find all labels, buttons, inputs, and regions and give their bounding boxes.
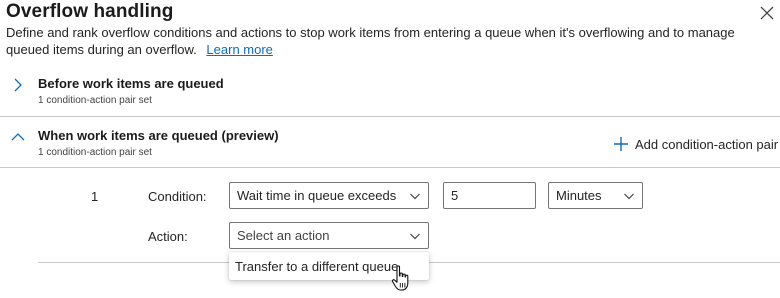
hand-pointer-icon: [391, 265, 409, 291]
action-placeholder: Select an action: [237, 228, 330, 243]
threshold-value: 5: [451, 188, 459, 203]
chevron-down-icon: [410, 193, 420, 199]
add-button-label: Add condition-action pair: [635, 136, 779, 152]
unit-value: Minutes: [556, 188, 602, 203]
action-dropdown[interactable]: Select an action: [229, 222, 429, 249]
panel-title: Overflow handling: [6, 1, 174, 22]
chevron-right-icon[interactable]: [10, 77, 26, 93]
section-when-subtitle: 1 condition-action pair set: [38, 147, 152, 158]
condition-dropdown[interactable]: Wait time in queue exceeds: [229, 182, 429, 209]
condition-value: Wait time in queue exceeds: [237, 188, 397, 203]
section-divider: [0, 167, 780, 168]
section-before-title[interactable]: Before work items are queued: [38, 76, 224, 91]
panel-description: Define and rank overflow conditions and …: [6, 24, 746, 58]
section-divider: [0, 116, 780, 117]
action-label: Action:: [148, 229, 188, 244]
section-before-subtitle: 1 condition-action pair set: [38, 95, 152, 106]
unit-dropdown[interactable]: Minutes: [548, 182, 643, 209]
add-condition-action-pair-button[interactable]: Add condition-action pair: [613, 134, 778, 154]
description-text: Define and rank overflow conditions and …: [6, 25, 735, 57]
learn-more-link[interactable]: Learn more: [206, 42, 272, 57]
chevron-up-icon[interactable]: [10, 129, 26, 145]
threshold-input[interactable]: 5: [443, 182, 536, 209]
chevron-down-icon: [624, 193, 634, 199]
condition-label: Condition:: [148, 189, 207, 204]
action-option-label: Transfer to a different queue: [235, 258, 399, 274]
chevron-down-icon: [410, 233, 420, 239]
plus-icon: [614, 137, 628, 151]
pair-index: 1: [91, 189, 99, 204]
section-when-title[interactable]: When work items are queued (preview): [38, 128, 279, 143]
close-icon[interactable]: [758, 4, 776, 22]
